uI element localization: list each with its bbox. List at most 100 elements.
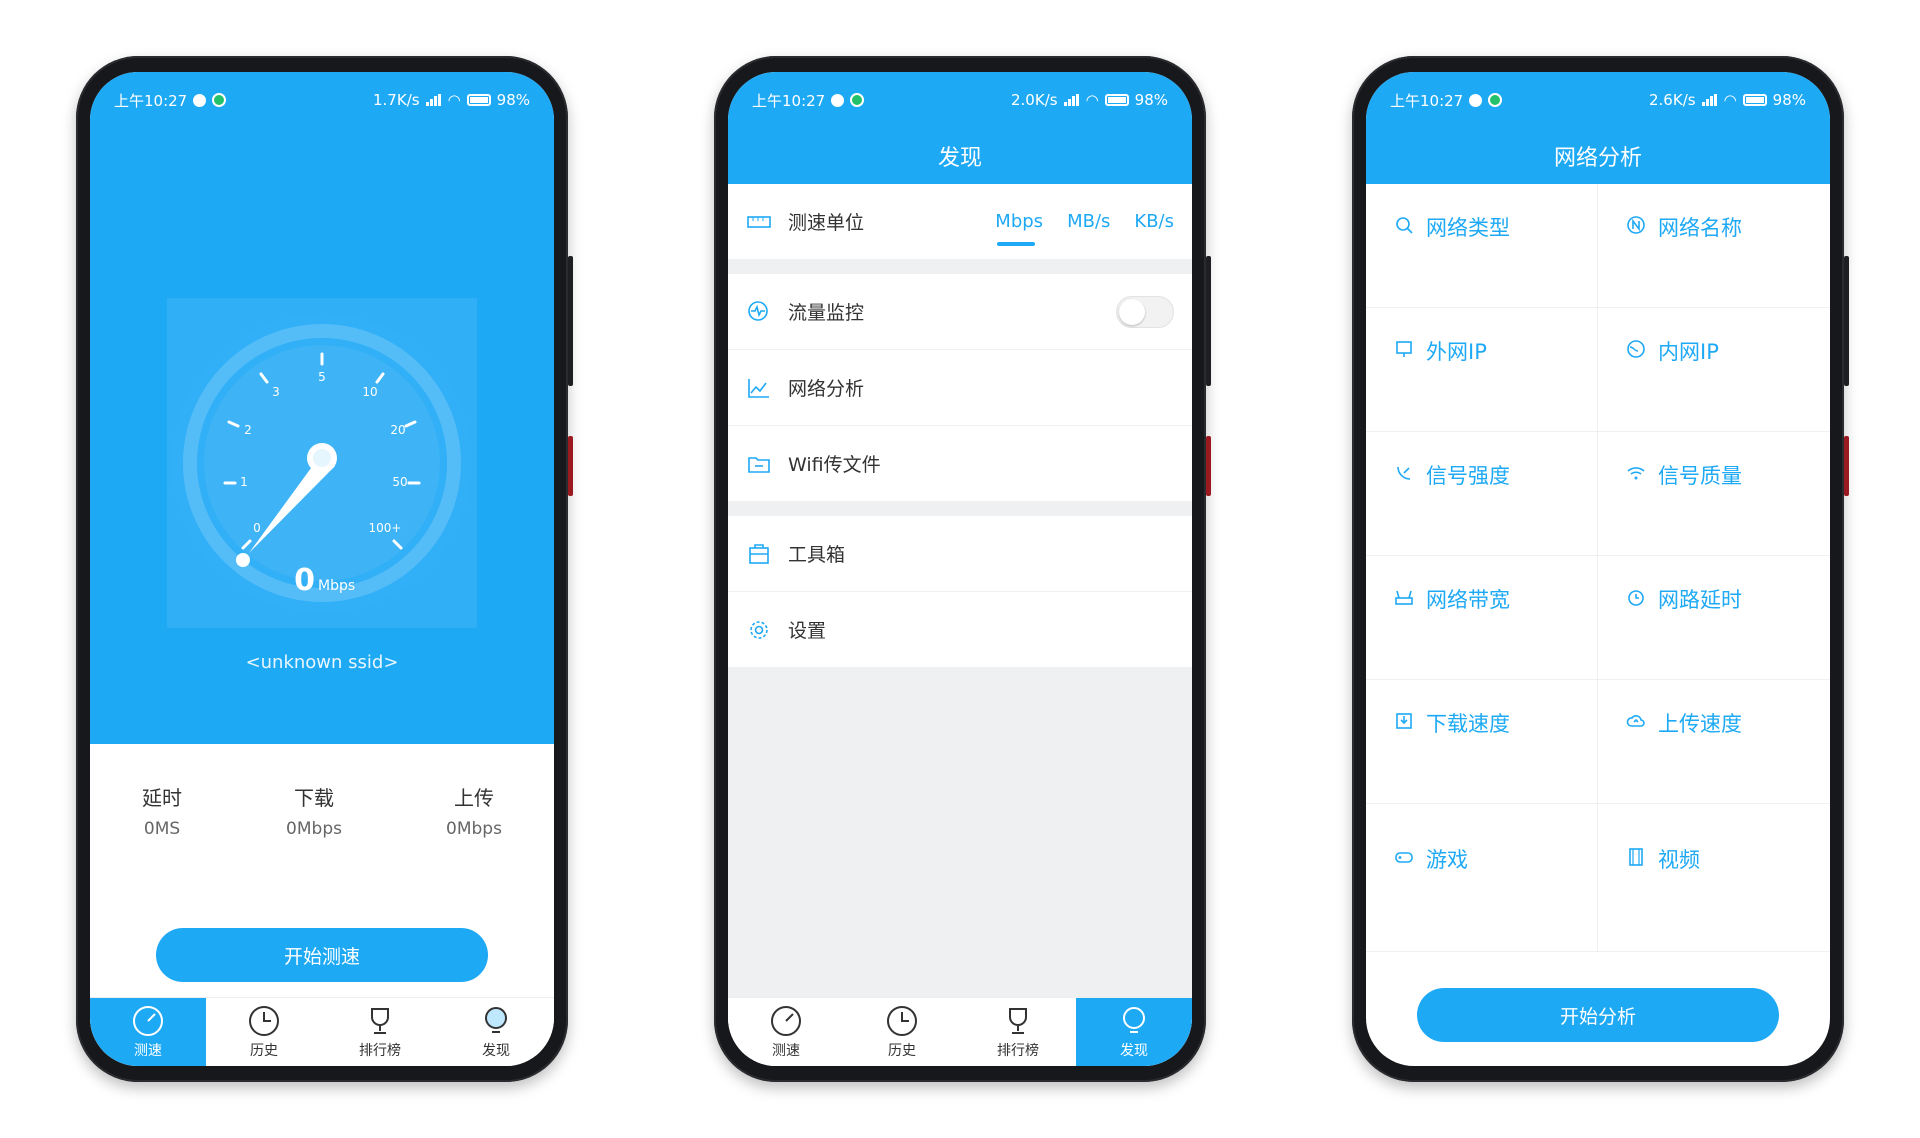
gauge-tick-50: 50 bbox=[392, 475, 407, 489]
gauge-tick-2: 2 bbox=[244, 423, 252, 437]
cell-label: 上传速度 bbox=[1658, 712, 1742, 736]
cell-latency[interactable]: 网路延时 bbox=[1598, 556, 1830, 680]
cell-label: 内网IP bbox=[1658, 340, 1719, 364]
toolbox-icon bbox=[749, 543, 769, 564]
tab-bar: 测速 历史 排行榜 发现 bbox=[90, 997, 554, 1066]
line-chart-icon bbox=[748, 378, 769, 398]
notification-icon bbox=[850, 93, 865, 107]
unit-option-mbs[interactable]: MB/s bbox=[1067, 211, 1110, 232]
tab-label: 历史 bbox=[250, 1043, 278, 1059]
cell-label: 外网IP bbox=[1426, 340, 1487, 364]
alarm-clock-icon bbox=[1628, 590, 1644, 606]
cell-signal-quality[interactable]: 信号质量 bbox=[1598, 432, 1830, 556]
tab-speedtest[interactable]: 测速 bbox=[728, 998, 844, 1066]
cell-signal-strength[interactable]: 信号强度 bbox=[1366, 432, 1598, 556]
cell-label: 视频 bbox=[1658, 848, 1700, 872]
tab-label: 发现 bbox=[1120, 1043, 1148, 1059]
speed-gauge: 0 1 2 3 5 10 20 50 100+ 0 Mbps bbox=[167, 298, 477, 628]
cell-bandwidth[interactable]: 网络带宽 bbox=[1366, 556, 1598, 680]
start-speedtest-button[interactable]: 开始测速 bbox=[156, 928, 488, 982]
wifi-icon: ◠ bbox=[1085, 91, 1099, 109]
upload-cloud-icon bbox=[1626, 715, 1645, 727]
router-icon bbox=[1395, 590, 1413, 605]
cell-video[interactable]: 视频 bbox=[1598, 804, 1830, 952]
cell-label: 网路延时 bbox=[1658, 588, 1742, 612]
download-icon bbox=[1396, 713, 1412, 729]
metrics-row: 延时 0MS 下载 0Mbps 上传 0Mbps bbox=[90, 782, 554, 839]
status-bar: 上午10:27 1.7K/s ◠ 98% bbox=[90, 72, 554, 128]
traffic-monitor-toggle[interactable] bbox=[1116, 295, 1174, 328]
list-item-network-analysis[interactable]: 网络分析 bbox=[728, 350, 1192, 426]
gauge-tick-0: 0 bbox=[253, 521, 261, 535]
list-item-label: 流量监控 bbox=[788, 302, 865, 324]
cell-network-type[interactable]: 网络类型 bbox=[1366, 184, 1598, 308]
cell-download-speed[interactable]: 下载速度 bbox=[1366, 680, 1598, 804]
metric-value: 0Mbps bbox=[286, 819, 342, 839]
gamepad-icon bbox=[1395, 852, 1413, 863]
metric-download: 下载 0Mbps bbox=[286, 782, 342, 839]
tab-history[interactable]: 历史 bbox=[844, 998, 960, 1066]
gauge-tick-1: 1 bbox=[240, 475, 248, 489]
gauge-tick-100: 100+ bbox=[369, 521, 402, 535]
tab-label: 测速 bbox=[772, 1043, 800, 1059]
unit-options: Mbps MB/s KB/s bbox=[995, 211, 1174, 246]
bulb-icon bbox=[1123, 1007, 1145, 1033]
list-item-label: 网络分析 bbox=[788, 378, 865, 400]
signal-icon bbox=[425, 94, 442, 106]
cell-public-ip[interactable]: 外网IP bbox=[1366, 308, 1598, 432]
tab-label: 历史 bbox=[888, 1043, 916, 1059]
analysis-grid: 网络类型 网络名称 外网IP 内网IP 信号强度 信号质量 网络带宽 网路延时 … bbox=[1366, 184, 1830, 952]
satellite-icon bbox=[1397, 466, 1411, 480]
status-time: 上午10:27 bbox=[1390, 91, 1464, 110]
gear-icon bbox=[750, 620, 768, 639]
tab-ranking[interactable]: 排行榜 bbox=[322, 998, 438, 1066]
cell-label: 游戏 bbox=[1426, 848, 1468, 872]
start-analysis-button[interactable]: 开始分析 bbox=[1417, 988, 1779, 1042]
list-item-settings[interactable]: 设置 bbox=[728, 592, 1192, 668]
cell-upload-speed[interactable]: 上传速度 bbox=[1598, 680, 1830, 804]
divider bbox=[728, 260, 1192, 274]
qq-icon bbox=[831, 93, 845, 107]
list-item-label: 设置 bbox=[788, 620, 827, 642]
list-item-traffic-monitor[interactable]: 流量监控 bbox=[728, 274, 1192, 350]
metric-upload: 上传 0Mbps bbox=[446, 782, 502, 839]
ruler-icon bbox=[747, 215, 771, 228]
cell-game[interactable]: 游戏 bbox=[1366, 804, 1598, 952]
speedometer-icon bbox=[133, 1006, 163, 1036]
film-icon bbox=[1629, 848, 1643, 866]
cell-local-ip[interactable]: 内网IP bbox=[1598, 308, 1830, 432]
tab-label: 发现 bbox=[482, 1043, 510, 1059]
gauge-tick-10: 10 bbox=[362, 385, 377, 399]
net-speed: 1.7K/s bbox=[373, 91, 420, 109]
metric-label: 下载 bbox=[294, 786, 335, 810]
gauge-unit: Mbps bbox=[318, 578, 355, 594]
tab-discover[interactable]: 发现 bbox=[1076, 998, 1192, 1066]
screen-analysis: 上午10:27 2.6K/s ◠ 98% 网络分析 网络类型 网络名称 外网IP… bbox=[1366, 72, 1830, 1066]
pulse-icon bbox=[748, 300, 768, 321]
phone-discover: 上午10:27 2.0K/s ◠ 98% 发现 测速单位 Mbps MB/s K… bbox=[714, 56, 1211, 1082]
tab-label: 测速 bbox=[134, 1043, 162, 1059]
tab-discover[interactable]: 发现 bbox=[438, 998, 554, 1066]
tab-history[interactable]: 历史 bbox=[206, 998, 322, 1066]
tab-speedtest[interactable]: 测速 bbox=[90, 998, 206, 1066]
tab-ranking[interactable]: 排行榜 bbox=[960, 998, 1076, 1066]
net-speed: 2.6K/s bbox=[1649, 91, 1696, 109]
unit-row: 测速单位 Mbps MB/s KB/s bbox=[728, 184, 1192, 260]
cell-network-name[interactable]: 网络名称 bbox=[1598, 184, 1830, 308]
monitor-icon bbox=[1396, 341, 1412, 357]
list-item-wifi-transfer[interactable]: Wifi传文件 bbox=[728, 426, 1192, 502]
battery-icon bbox=[1742, 94, 1767, 106]
unit-option-mbps[interactable]: Mbps bbox=[995, 211, 1043, 246]
battery-level: 98% bbox=[1772, 91, 1806, 109]
unit-option-kbs[interactable]: KB/s bbox=[1134, 211, 1174, 232]
list-item-label: 工具箱 bbox=[788, 544, 846, 566]
cell-label: 信号强度 bbox=[1426, 464, 1510, 488]
cell-label: 网络带宽 bbox=[1426, 588, 1510, 612]
search-icon bbox=[1396, 217, 1413, 234]
list-item-toolbox[interactable]: 工具箱 bbox=[728, 516, 1192, 592]
gauge-value: 0 bbox=[294, 563, 315, 598]
status-time: 上午10:27 bbox=[752, 91, 826, 110]
metric-value: 0MS bbox=[143, 819, 181, 839]
globe-icon bbox=[1627, 340, 1645, 358]
wifi-icon bbox=[1627, 467, 1645, 480]
